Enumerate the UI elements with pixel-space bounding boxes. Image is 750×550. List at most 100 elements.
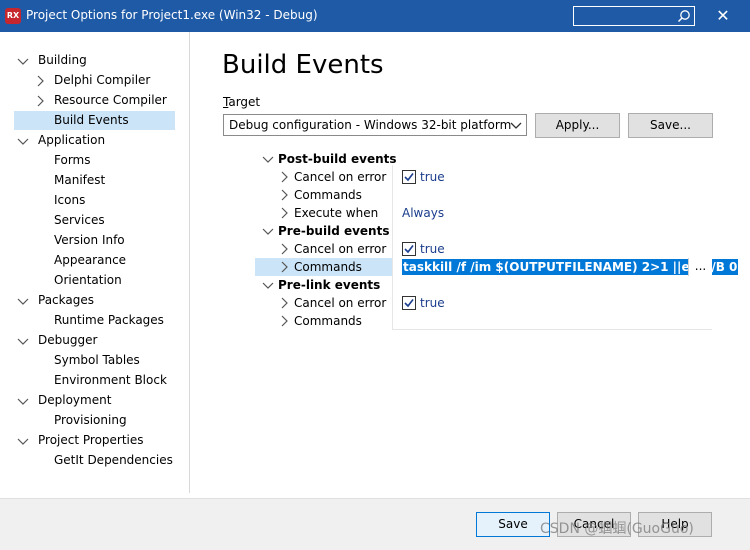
grid-name-cell[interactable]: Execute when [255, 204, 392, 222]
tree-item-services[interactable]: Services [0, 211, 189, 230]
tree-item-forms[interactable]: Forms [0, 151, 189, 170]
tree-item-label: Project Properties [38, 433, 144, 447]
apply-button[interactable]: Apply... [535, 113, 620, 138]
checkbox[interactable] [402, 242, 416, 256]
checkmark-icon [404, 173, 414, 182]
save-options-button[interactable]: Save... [628, 113, 713, 138]
tree-item-label: Debugger [38, 333, 98, 347]
close-button[interactable]: ✕ [712, 6, 734, 26]
tree-item-orientation[interactable]: Orientation [0, 271, 189, 290]
grid-property-row[interactable]: Commands [255, 186, 712, 204]
window-title: Project Options for Project1.exe (Win32 … [26, 8, 318, 22]
tree-item-label: Runtime Packages [54, 313, 164, 327]
grid-value-cell[interactable]: true [398, 294, 712, 312]
chevron-right-icon[interactable] [278, 297, 290, 309]
grid-value-cell[interactable] [398, 186, 712, 204]
grid-property-label: Commands [294, 314, 362, 328]
grid-property-row[interactable]: Cancel on error true [255, 294, 712, 312]
grid-value-cell[interactable]: Always [398, 204, 712, 222]
chevron-down-icon[interactable] [17, 435, 29, 447]
tree-item-provisioning[interactable]: Provisioning [0, 411, 189, 430]
tree-item-getit-dependencies[interactable]: GetIt Dependencies [0, 451, 189, 470]
grid-name-cell[interactable]: Cancel on error [255, 240, 392, 258]
checkmark-icon [404, 245, 414, 254]
chevron-down-icon[interactable] [262, 225, 274, 237]
tree-item-runtime-packages[interactable]: Runtime Packages [0, 311, 189, 330]
chevron-down-icon[interactable] [17, 395, 29, 407]
grid-category-label: Pre-link events [278, 278, 381, 292]
target-label: Target [223, 95, 261, 109]
tree-item-icons[interactable]: Icons [0, 191, 189, 210]
grid-name-cell[interactable]: Cancel on error [255, 168, 392, 186]
grid-category-label: Pre-build events [278, 224, 390, 238]
tree-item-delphi-compiler[interactable]: Delphi Compiler [0, 71, 189, 90]
chevron-right-icon[interactable] [278, 171, 290, 183]
chevron-down-icon[interactable] [262, 279, 274, 291]
grid-name-cell[interactable]: Commands [255, 186, 392, 204]
checkbox[interactable] [402, 170, 416, 184]
tree-item-project-properties[interactable]: Project Properties [0, 431, 189, 450]
tree-item-manifest[interactable]: Manifest [0, 171, 189, 190]
grid-category-row[interactable]: Pre-link events [255, 276, 712, 294]
grid-name-cell[interactable]: Post-build events [255, 150, 397, 168]
tree-item-building[interactable]: Building [0, 51, 189, 70]
check-value: true [420, 170, 445, 184]
checkbox[interactable] [402, 296, 416, 310]
grid-name-cell[interactable]: Cancel on error [255, 294, 392, 312]
grid-property-label: Commands [294, 188, 362, 202]
grid-property-label: Cancel on error [294, 170, 387, 184]
tree-item-environment-block[interactable]: Environment Block [0, 371, 189, 390]
tree-item-version-info[interactable]: Version Info [0, 231, 189, 250]
grid-name-cell[interactable]: Pre-link events [255, 276, 392, 294]
tree-item-deployment[interactable]: Deployment [0, 391, 189, 410]
save-button[interactable]: Save [476, 512, 550, 537]
grid-value-cell[interactable]: true [398, 168, 712, 186]
page-title: Build Events [222, 50, 384, 80]
chevron-right-icon[interactable] [278, 261, 290, 273]
tree-item-label: Provisioning [54, 413, 127, 427]
grid-category-row[interactable]: Pre-build events [255, 222, 712, 240]
tree-item-packages[interactable]: Packages [0, 291, 189, 310]
chevron-down-icon[interactable] [17, 295, 29, 307]
grid-property-label: Commands [294, 260, 362, 274]
chevron-right-icon[interactable] [34, 95, 46, 107]
chevron-right-icon[interactable] [278, 243, 290, 255]
tree-item-build-events[interactable]: Build Events [14, 111, 175, 130]
tree-item-appearance[interactable]: Appearance [0, 251, 189, 270]
chevron-right-icon[interactable] [278, 189, 290, 201]
grid-property-row[interactable]: Execute when Always [255, 204, 712, 222]
grid-property-row[interactable]: Cancel on error true [255, 168, 712, 186]
tree-item-label: Manifest [54, 173, 106, 187]
tree-item-resource-compiler[interactable]: Resource Compiler [0, 91, 189, 110]
grid-property-row[interactable]: Commands [255, 312, 712, 330]
chevron-down-icon[interactable] [17, 55, 29, 67]
chevron-down-icon[interactable] [17, 335, 29, 347]
grid-property-row[interactable]: Cancel on error true [255, 240, 712, 258]
title-search-input[interactable] [573, 6, 695, 26]
tree-item-label: Application [38, 133, 106, 147]
chevron-down-icon [510, 122, 522, 129]
chevron-down-icon[interactable] [262, 153, 274, 165]
target-select[interactable]: Debug configuration - Windows 32-bit pla… [223, 114, 527, 136]
grid-name-cell[interactable]: Commands [255, 312, 392, 330]
grid-category-label: Post-build events [278, 152, 397, 166]
grid-value-cell[interactable] [398, 312, 712, 330]
chevron-right-icon[interactable] [34, 75, 46, 87]
grid-value-cell[interactable]: true [398, 240, 712, 258]
chevron-right-icon[interactable] [278, 315, 290, 327]
chevron-right-icon[interactable] [278, 207, 290, 219]
tree-item-debugger[interactable]: Debugger [0, 331, 189, 350]
grid-value-cell[interactable]: taskkill /f /im $(OUTPUTFILENAME) 2>1 ||… [398, 258, 739, 276]
tree-item-label: Services [54, 213, 105, 227]
tree-item-application[interactable]: Application [0, 131, 189, 150]
tree-item-label: GetIt Dependencies [54, 453, 173, 467]
grid-category-row[interactable]: Post-build events [255, 150, 712, 168]
grid-property-row[interactable]: Commands taskkill /f /im $(OUTPUTFILENAME… [255, 258, 739, 276]
check-value: true [420, 296, 445, 310]
grid-name-cell[interactable]: Commands [255, 258, 392, 276]
ellipsis-button[interactable]: ... [688, 258, 712, 276]
tree-item-label: Build Events [54, 113, 129, 127]
grid-name-cell[interactable]: Pre-build events [255, 222, 392, 240]
tree-item-symbol-tables[interactable]: Symbol Tables [0, 351, 189, 370]
chevron-down-icon[interactable] [17, 135, 29, 147]
